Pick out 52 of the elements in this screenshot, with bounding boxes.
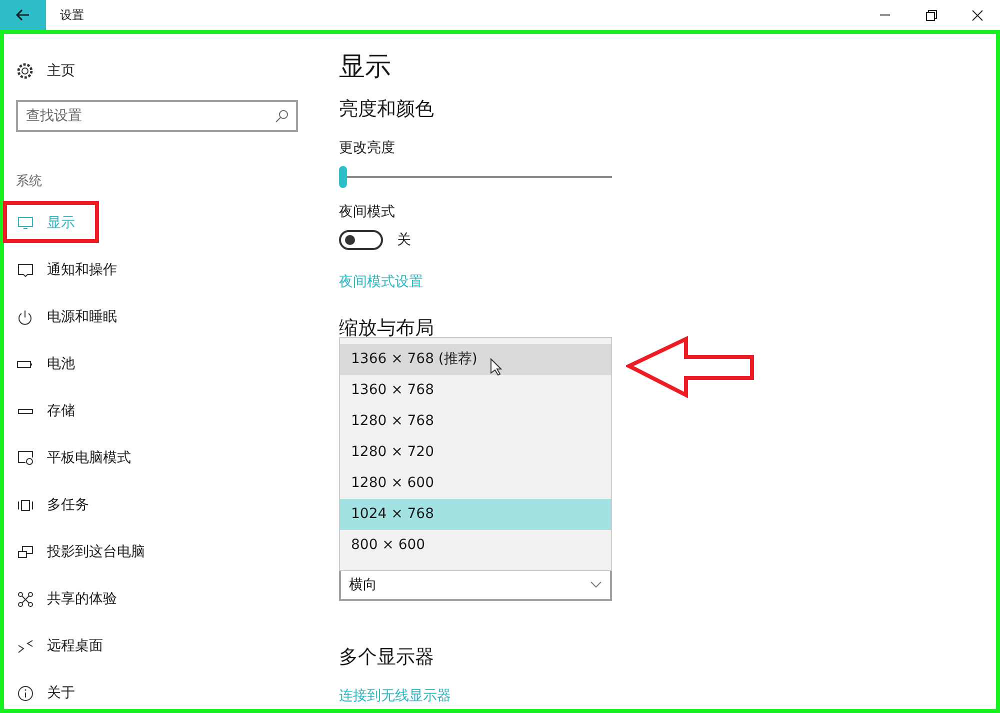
sidebar-item[interactable]: 多任务 — [16, 482, 216, 528]
drive-icon — [18, 408, 32, 414]
menu-item[interactable]: 1024 × 768 — [340, 499, 611, 530]
page-title: 显示 — [339, 51, 392, 84]
menu-item[interactable]: 1280 × 768 — [340, 406, 611, 437]
remote-icon — [18, 640, 32, 652]
restore-icon — [926, 10, 936, 20]
section-heading: 亮度和颜色 — [339, 97, 435, 122]
info-icon — [18, 686, 32, 700]
slider-thumb[interactable] — [339, 166, 347, 188]
search-icon — [275, 109, 289, 123]
field-label: 夜间模式 — [339, 202, 396, 222]
sidebar-item[interactable]: 投影到这台电脑 — [16, 528, 216, 576]
chevron-down-icon — [590, 581, 602, 589]
sidebar-item[interactable]: 远程桌面 — [16, 622, 216, 670]
section-label: 系统 — [16, 173, 43, 191]
battery-icon — [17, 360, 33, 368]
back-arrow-icon — [16, 9, 30, 21]
share-icon — [18, 592, 32, 606]
menu-item[interactable]: 800 × 600 — [340, 530, 611, 561]
sidebar-item[interactable]: 平板电脑模式 — [16, 434, 216, 482]
mouse-cursor-icon — [490, 358, 502, 376]
gear-icon — [16, 62, 34, 80]
speech-bubble-icon — [18, 264, 32, 276]
toggle-state: 关 — [397, 230, 411, 250]
sidebar-item[interactable]: 存储 — [16, 388, 216, 434]
project-icon — [18, 546, 32, 558]
menu-item[interactable]: 1360 × 768 — [340, 375, 611, 406]
sidebar-item[interactable]: 共享的体验 — [16, 576, 216, 622]
toggle-switch[interactable] — [339, 230, 383, 250]
tablet-icon — [18, 451, 32, 465]
field-label: 更改亮度 — [339, 138, 396, 158]
section-heading: 缩放与布局 — [339, 316, 435, 340]
menu-item[interactable]: 1280 × 600 — [340, 468, 611, 499]
close-icon — [972, 10, 982, 20]
display-icon — [18, 217, 32, 229]
power-icon — [18, 310, 32, 324]
minimize-icon — [880, 14, 890, 16]
orientation-dropdown[interactable]: 横向 — [339, 569, 612, 601]
sidebar-item[interactable]: 通知和操作 — [16, 246, 216, 294]
section-heading: 多个显示器 — [339, 645, 435, 670]
menu-item[interactable]: 1280 × 720 — [340, 437, 611, 468]
search-field[interactable]: 查找设置 — [16, 100, 298, 132]
home-link[interactable]: 主页 — [47, 60, 75, 82]
brightness-slider[interactable] — [339, 166, 612, 188]
menu-item[interactable]: 1366 × 768 (推荐) — [340, 344, 611, 375]
back-button[interactable] — [0, 0, 46, 30]
sidebar-item[interactable]: 电源和睡眠 — [16, 294, 216, 340]
sidebar-item[interactable]: 电池 — [16, 340, 216, 388]
multitask-icon — [18, 500, 32, 510]
sidebar-item[interactable]: 关于 — [16, 670, 216, 713]
window-title: 设置 — [60, 7, 84, 24]
